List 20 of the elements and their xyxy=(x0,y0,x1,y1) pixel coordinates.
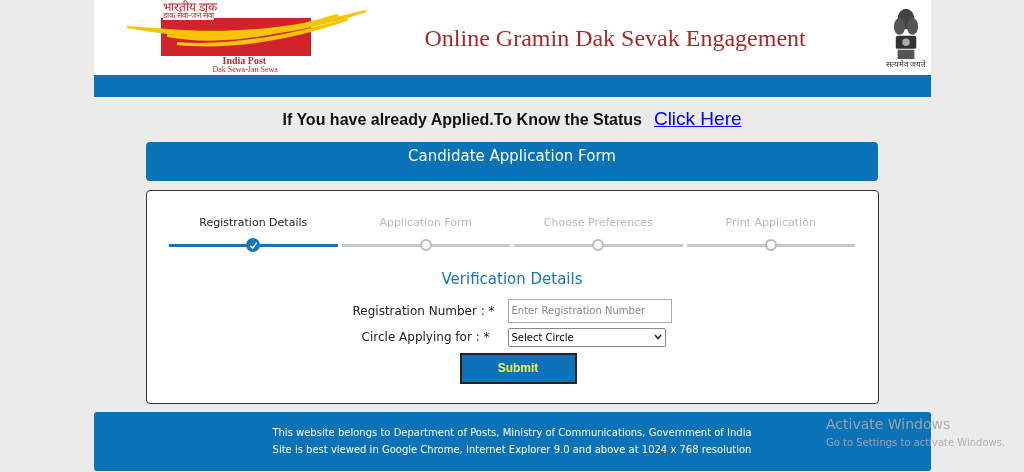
status-prompt: If You have already Applied.To Know the Status xyxy=(282,110,642,130)
submit-button[interactable]: Submit xyxy=(459,352,577,384)
field-label: Circle Applying for : * xyxy=(360,329,490,346)
check-icon xyxy=(248,240,258,250)
step-label: Application Form xyxy=(379,214,473,231)
step-label: Registration Details xyxy=(199,214,308,231)
form-banner: Candidate Application Form xyxy=(146,141,878,181)
india-post-logo: भारतीय डाक डाक सेवा-जन सेवा India Post Dak Sewa-Jan Sewa xyxy=(126,0,367,75)
step-label: Print Application xyxy=(725,214,816,231)
site-title: Online Gramin Dak Sevak Engagement xyxy=(424,23,806,53)
click-here-link[interactable]: Click Here xyxy=(653,105,742,134)
footer-text: This website belongs to Department of Posts, Ministry of Communications, Government of India xyxy=(272,426,752,440)
circle-dropdown[interactable]: Select Circle xyxy=(507,327,666,347)
registration-number-field[interactable]: Enter Registration Number xyxy=(507,298,672,323)
step-progress[interactable] xyxy=(169,238,338,252)
section-title: Verification Details xyxy=(441,269,583,290)
step-label: Choose Preferences xyxy=(543,214,653,231)
chevron-icon xyxy=(653,334,662,340)
state-emblem: सत्यमेव जयते xyxy=(885,5,927,70)
footer-text: Site is best viewed in Google Chrome, Internet Explorer 9.0 and above at 1024 x 768 resolution xyxy=(272,443,752,457)
